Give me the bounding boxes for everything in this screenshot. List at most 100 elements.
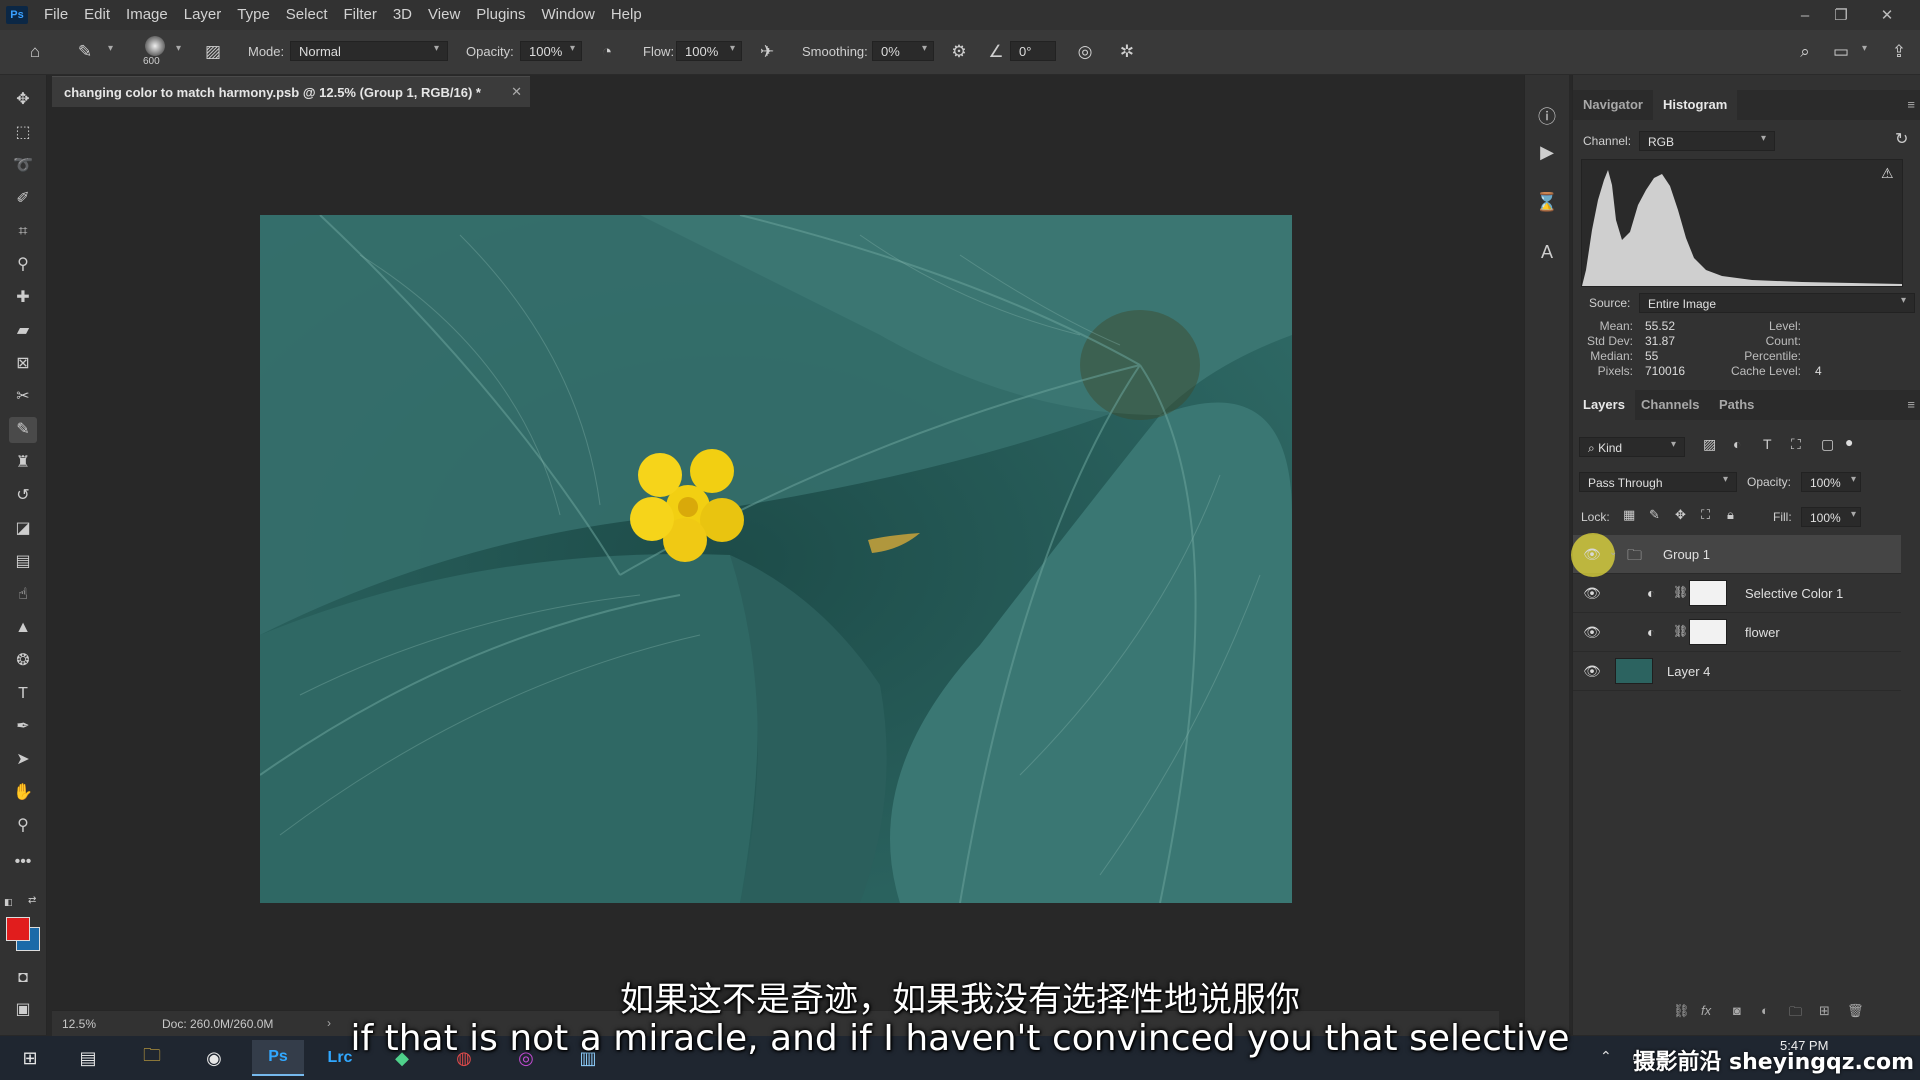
symmetry-icon[interactable]: ✲ [1116,41,1138,63]
more-tools-icon[interactable]: ••• [9,849,37,875]
search-icon[interactable]: ⌕ [1794,41,1816,63]
menu-select[interactable]: Select [278,0,336,30]
pressure-opacity-icon[interactable]: ◔ [596,41,618,63]
move-tool-icon[interactable]: ✥ [9,87,37,113]
visibility-eye-icon[interactable]: 👁︎ [1583,662,1601,680]
minimize-button[interactable]: – [1788,0,1822,30]
eyedropper-tool-icon[interactable]: ⚲ [9,252,37,278]
path-select-tool-icon[interactable]: ➤ [9,747,37,773]
menu-layer[interactable]: Layer [176,0,230,30]
layer-name[interactable]: Group 1 [1663,547,1710,562]
chevron-down-icon[interactable]: ▾ [922,43,927,54]
menu-3d[interactable]: 3D [385,0,420,30]
patch-tool-icon[interactable]: ▰ [9,318,37,344]
chevron-down-icon[interactable]: ▾ [1862,43,1867,54]
filter-shape-icon[interactable]: ⛶ [1791,436,1801,453]
warning-icon[interactable]: ⚠ [1881,165,1894,182]
chevron-down-icon[interactable]: ▾ [108,43,113,54]
lock-position-icon[interactable]: ✥ [1675,507,1686,523]
tab-navigator[interactable]: Navigator [1573,90,1653,120]
panel-menu-icon[interactable]: ≡ [1907,397,1915,412]
brush-preview-icon[interactable] [145,36,165,56]
link-icon[interactable]: ⛓ [1673,624,1688,638]
character-icon[interactable]: A [1535,240,1559,264]
document-image[interactable] [260,215,1292,903]
visibility-eye-icon[interactable]: 👁︎ [1583,545,1601,563]
layer-mask-thumbnail[interactable] [1689,580,1727,606]
visibility-eye-icon[interactable]: 👁︎ [1583,623,1601,641]
layer-row-group-1[interactable]: 👁︎ ⌄ 🗀︎ Group 1 [1571,533,1901,577]
link-icon[interactable]: ⛓ [1673,585,1688,599]
lock-pixels-icon[interactable]: ✎ [1649,507,1660,523]
angle-input[interactable]: 0° [1010,41,1056,61]
filter-smart-object-icon[interactable]: ▢ [1821,436,1834,453]
brush-tool-icon[interactable]: ✎ [74,41,96,63]
pen-tool-icon[interactable]: ✒ [9,714,37,740]
lock-transparency-icon[interactable]: ▦ [1623,507,1635,523]
blend-mode-dropdown[interactable]: Pass Through [1579,472,1737,492]
history-icon[interactable]: ⌛ [1535,190,1559,214]
lock-all-icon[interactable]: 🔒︎ [1727,507,1734,523]
menu-type[interactable]: Type [229,0,278,30]
menu-filter[interactable]: Filter [336,0,385,30]
gear-icon[interactable]: ⚙ [948,41,970,63]
dodge-tool-icon[interactable]: ▲ [9,615,37,641]
clone-stamp-tool-icon[interactable]: ♜ [9,450,37,476]
panel-menu-icon[interactable]: ≡ [1907,97,1915,112]
healing-brush-tool-icon[interactable]: ✚ [9,285,37,311]
close-icon[interactable]: ✕ [511,84,522,100]
menu-plugins[interactable]: Plugins [468,0,533,30]
refresh-icon[interactable]: ↻ [1895,129,1908,149]
document-tab[interactable]: changing color to match harmony.psb @ 12… [52,76,530,107]
quick-select-tool-icon[interactable]: ✐ [9,186,37,212]
menu-edit[interactable]: Edit [76,0,118,30]
menu-window[interactable]: Window [533,0,602,30]
zoom-tool-icon[interactable]: ⚲ [9,813,37,839]
pressure-size-icon[interactable]: ◎ [1074,41,1096,63]
filter-pixel-icon[interactable]: ▨ [1703,436,1716,453]
brush-settings-icon[interactable]: ▨ [202,41,224,63]
visibility-eye-icon[interactable]: 👁︎ [1583,584,1601,602]
tab-channels[interactable]: Channels [1631,390,1710,420]
workspace-icon[interactable]: ▭ [1830,41,1852,63]
layer-name[interactable]: Layer 4 [1667,664,1710,679]
layer-name[interactable]: Selective Color 1 [1745,586,1843,601]
layer-filter-dropdown[interactable]: ⌕ Kind [1579,437,1685,457]
chevron-down-icon[interactable]: ▾ [730,43,735,54]
default-colors-icon[interactable]: ◧ [4,897,14,907]
home-icon[interactable]: ⌂ [24,41,46,63]
play-actions-icon[interactable]: ▶ [1535,140,1559,164]
source-dropdown[interactable]: Entire Image [1639,293,1915,313]
share-icon[interactable]: ⇪ [1888,41,1910,63]
layer-row-flower[interactable]: 👁︎ ◐ ⛓ flower [1573,613,1901,652]
lock-artboard-icon[interactable]: ⛶ [1701,507,1710,523]
sponge-tool-icon[interactable]: ❂ [9,648,37,674]
channel-dropdown[interactable]: RGB [1639,131,1775,151]
close-button[interactable]: ✕ [1870,0,1904,30]
filter-type-icon[interactable]: T [1763,436,1772,452]
chevron-down-icon[interactable]: ▾ [1851,474,1856,485]
menu-file[interactable]: File [36,0,76,30]
gradient-tool-icon[interactable]: ▤ [9,549,37,575]
menu-help[interactable]: Help [603,0,650,30]
layer-name[interactable]: flower [1745,625,1780,640]
restore-button[interactable]: ❐ [1824,0,1858,30]
tab-histogram[interactable]: Histogram [1653,90,1738,120]
mode-dropdown[interactable]: Normal [290,41,448,61]
swap-colors-icon[interactable]: ⇄ [28,895,40,907]
layer-mask-thumbnail[interactable] [1689,619,1727,645]
filter-adjustment-icon[interactable]: ◐ [1733,436,1741,452]
layer-row-layer-4[interactable]: 👁︎ Layer 4 [1573,652,1901,691]
brush-tool-icon[interactable]: ✎ [9,417,37,443]
content-aware-move-icon[interactable]: ✂ [9,384,37,410]
airbrush-icon[interactable]: ✈ [756,41,778,63]
chevron-down-icon[interactable]: ▾ [570,43,575,54]
foreground-color-swatch[interactable] [6,917,30,941]
history-brush-tool-icon[interactable]: ↺ [9,483,37,509]
info-icon[interactable]: ⓘ [1535,105,1559,129]
crop-tool-icon[interactable]: ⌗ [9,219,37,245]
menu-image[interactable]: Image [118,0,176,30]
eraser-tool-icon[interactable]: ◪ [9,516,37,542]
chevron-down-icon[interactable]: ▾ [1851,509,1856,520]
layer-row-selective-color-1[interactable]: 👁︎ ◐ ⛓ Selective Color 1 [1573,574,1901,613]
